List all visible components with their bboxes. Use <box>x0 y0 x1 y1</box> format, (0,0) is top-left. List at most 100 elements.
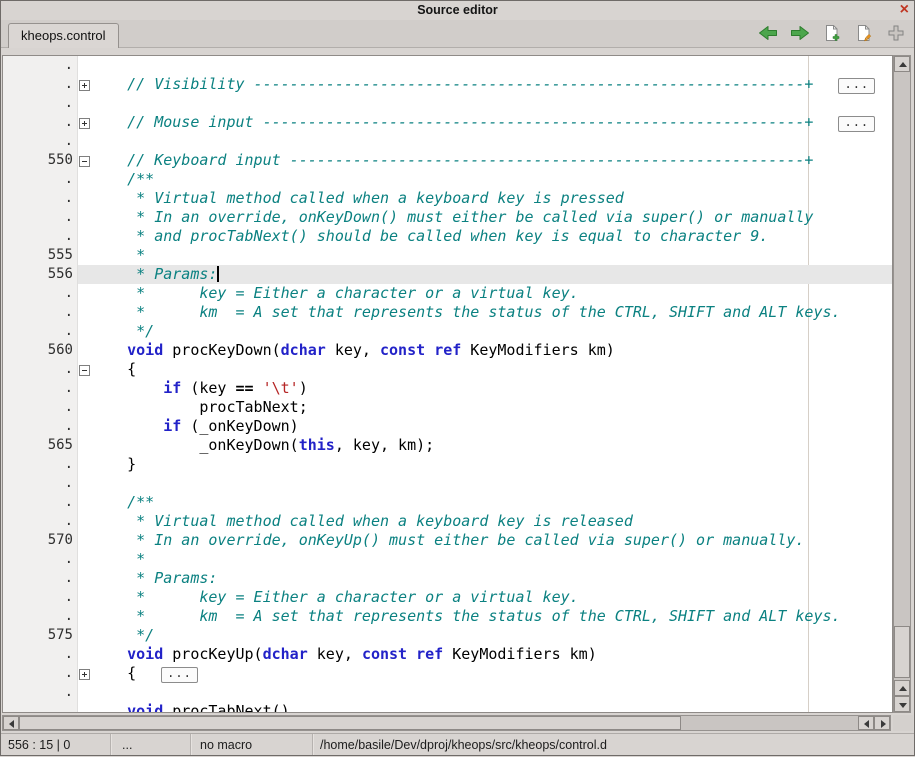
line-number: . <box>3 569 73 588</box>
code-line[interactable]: procTabNext; <box>77 398 892 417</box>
code-line[interactable]: * key = Either a character or a virtual … <box>77 284 892 303</box>
code-token: KeyModifiers km) <box>443 645 597 663</box>
fold-minus-icon[interactable] <box>79 365 90 376</box>
code-token: * Virtual method called when a keyboard … <box>91 189 624 207</box>
code-line[interactable]: void procKeyDown(dchar key, const ref Ke… <box>77 341 892 360</box>
code-line[interactable]: * <box>77 246 892 265</box>
code-token: procTabNext() <box>163 702 289 713</box>
scroll-up-button-bottom[interactable] <box>894 680 910 696</box>
back-button[interactable] <box>757 23 779 45</box>
v-scroll-thumb[interactable] <box>894 626 910 678</box>
scroll-left-button-right[interactable] <box>858 716 874 730</box>
code-token: dchar <box>281 341 326 359</box>
line-number: . <box>3 227 73 246</box>
right-arrow-icon <box>881 720 886 728</box>
code-line[interactable]: /** <box>77 493 892 512</box>
code-line[interactable]: // Keyboard input ----------------------… <box>77 151 892 170</box>
left-arrow-icon <box>864 720 869 728</box>
code-token: { <box>91 360 136 378</box>
line-number: . <box>3 664 73 683</box>
scroll-right-button[interactable] <box>874 716 890 730</box>
code-line[interactable]: {... <box>77 664 892 683</box>
scroll-down-button[interactable] <box>894 696 910 712</box>
scroll-left-button[interactable] <box>3 716 19 730</box>
code-token: key, <box>326 341 380 359</box>
h-scrollbar[interactable] <box>2 715 891 731</box>
code-line[interactable]: void procKeyUp(dchar key, const ref KeyM… <box>77 645 892 664</box>
tab-kheops-control[interactable]: kheops.control <box>8 23 119 48</box>
code-line[interactable]: * and procTabNext() should be called whe… <box>77 227 892 246</box>
code-line[interactable] <box>77 132 892 151</box>
code-line[interactable]: } <box>77 455 892 474</box>
code-line[interactable]: * km = A set that represents the status … <box>77 303 892 322</box>
folded-code-ellipsis[interactable]: ... <box>838 116 875 132</box>
fold-minus-icon[interactable] <box>79 156 90 167</box>
code-line[interactable] <box>77 474 892 493</box>
code-line[interactable] <box>77 94 892 113</box>
line-number: 550 <box>3 151 73 170</box>
fold-plus-icon[interactable] <box>79 669 90 680</box>
code-line[interactable]: * Params: <box>77 569 892 588</box>
scroll-up-button[interactable] <box>894 56 910 72</box>
line-number: 575 <box>3 626 73 645</box>
titlebar[interactable]: Source editor × <box>0 0 915 21</box>
code-token <box>425 341 434 359</box>
split-button[interactable] <box>885 23 907 45</box>
code-token: procKeyUp( <box>163 645 262 663</box>
line-number: . <box>3 702 73 713</box>
code-token <box>407 645 416 663</box>
code-line[interactable]: * <box>77 550 892 569</box>
code-line[interactable]: if (key == '\t') <box>77 379 892 398</box>
code-line[interactable] <box>77 56 892 75</box>
line-number: . <box>3 588 73 607</box>
code-token: ref <box>434 341 461 359</box>
forward-button[interactable] <box>789 23 811 45</box>
line-number: . <box>3 683 73 702</box>
code-line[interactable]: * km = A set that represents the status … <box>77 607 892 626</box>
code-token: ref <box>416 645 443 663</box>
code-token: } <box>91 455 136 473</box>
code-line[interactable]: { <box>77 360 892 379</box>
line-number: . <box>3 56 73 75</box>
h-scroll-thumb[interactable] <box>19 716 681 730</box>
code-line[interactable]: /** <box>77 170 892 189</box>
code-line[interactable]: // Visibility --------------------------… <box>77 75 892 94</box>
code-editor[interactable]: // Visibility --------------------------… <box>2 55 893 713</box>
fold-plus-icon[interactable] <box>79 80 90 91</box>
v-scrollbar[interactable] <box>893 55 911 713</box>
back-arrow-icon <box>758 25 778 44</box>
code-rows: // Visibility --------------------------… <box>3 56 892 712</box>
code-line[interactable]: * Virtual method called when a keyboard … <box>77 512 892 531</box>
cross-icon <box>888 25 904 44</box>
current-code-line[interactable]: * Params: <box>77 265 892 284</box>
up-arrow-icon <box>899 686 907 691</box>
folded-code-ellipsis[interactable]: ... <box>161 667 198 683</box>
code-line[interactable] <box>77 683 892 702</box>
code-line[interactable]: */ <box>77 322 892 341</box>
doc-edit-button[interactable] <box>853 23 875 45</box>
code-line[interactable]: void procTabNext() <box>77 702 892 713</box>
close-button[interactable]: × <box>900 0 909 19</box>
code-line[interactable]: // Mouse input -------------------------… <box>77 113 892 132</box>
fold-plus-icon[interactable] <box>79 118 90 129</box>
code-token: // Mouse input -------------------------… <box>91 113 813 131</box>
folded-code-ellipsis[interactable]: ... <box>838 78 875 94</box>
line-number: . <box>3 493 73 512</box>
code-line[interactable]: * Virtual method called when a keyboard … <box>77 189 892 208</box>
code-line[interactable]: */ <box>77 626 892 645</box>
line-number: . <box>3 417 73 436</box>
code-token: * Params: <box>91 265 217 283</box>
code-line[interactable]: if (_onKeyDown) <box>77 417 892 436</box>
code-token <box>91 645 127 663</box>
line-number: . <box>3 645 73 664</box>
doc-add-button[interactable] <box>821 23 843 45</box>
code-token <box>254 379 263 397</box>
code-line[interactable]: * In an override, onKeyDown() must eithe… <box>77 208 892 227</box>
code-token: /** <box>91 170 154 188</box>
code-line[interactable]: _onKeyDown(this, key, km); <box>77 436 892 455</box>
code-token: * km = A set that represents the status … <box>91 303 841 321</box>
code-token: */ <box>91 626 154 644</box>
code-line[interactable]: * key = Either a character or a virtual … <box>77 588 892 607</box>
code-token: * Virtual method called when a keyboard … <box>91 512 633 530</box>
code-line[interactable]: * In an override, onKeyUp() must either … <box>77 531 892 550</box>
